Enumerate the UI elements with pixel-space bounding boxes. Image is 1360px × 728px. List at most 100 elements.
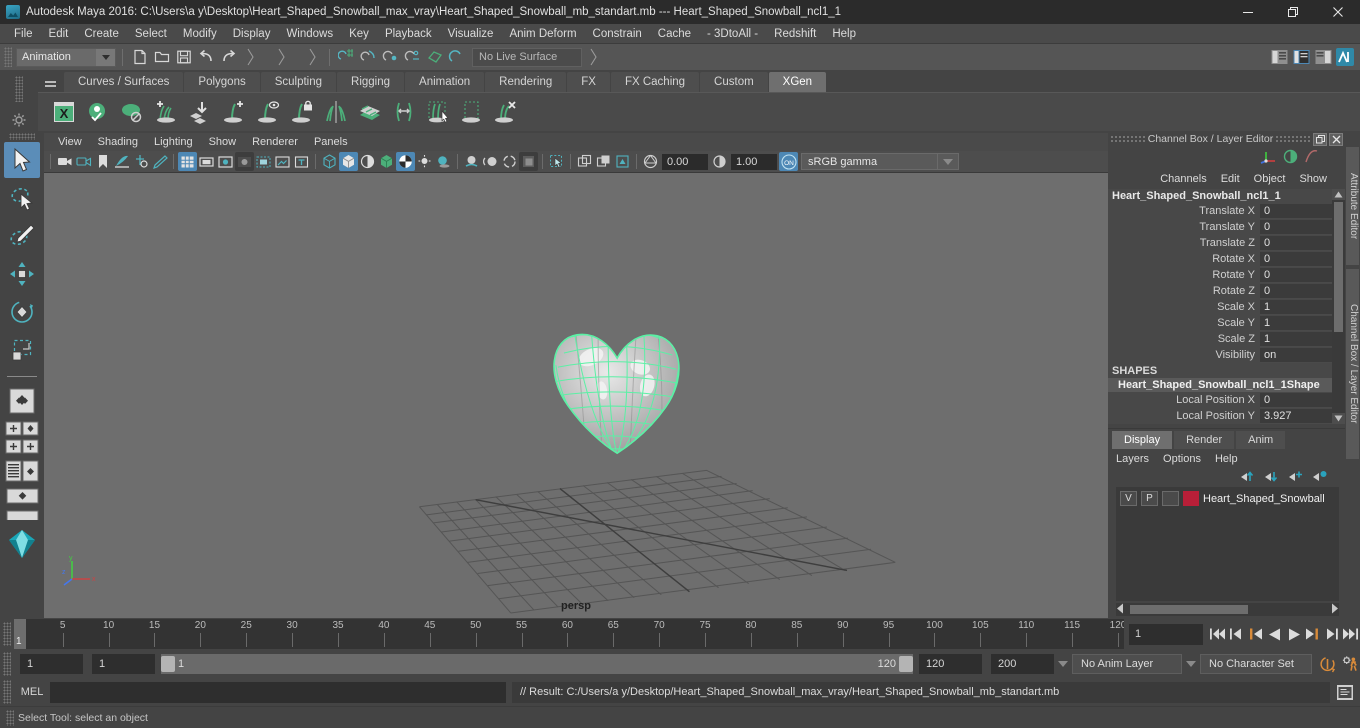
anim-layer-chevron-down-icon[interactable] — [1054, 654, 1072, 674]
xgen-select-guides-icon[interactable] — [422, 96, 454, 128]
depth-of-field-icon[interactable] — [519, 152, 538, 171]
create-new-layer-icon[interactable] — [1288, 470, 1303, 486]
menu-visualize[interactable]: Visualize — [440, 24, 502, 44]
menu-anim-deform[interactable]: Anim Deform — [501, 24, 584, 44]
menu-edit[interactable]: Edit — [41, 24, 77, 44]
two-dimensional-pan-zoom-icon[interactable] — [131, 152, 150, 171]
menu-constrain[interactable]: Constrain — [585, 24, 650, 44]
shelf-tab-sculpting[interactable]: Sculpting — [260, 72, 337, 92]
character-set-selector[interactable]: No Character Set — [1200, 654, 1312, 674]
shelf-tab-fx[interactable]: FX — [567, 72, 610, 92]
animation-start-field[interactable]: 1 — [20, 654, 83, 674]
xgen-region-tool-icon[interactable] — [456, 96, 488, 128]
make-live-icon[interactable] — [446, 46, 468, 68]
viewport-menu-show[interactable]: Show — [201, 136, 245, 148]
layout-persp-graph-button[interactable] — [22, 460, 39, 485]
shelf-tab-custom[interactable]: Custom — [700, 72, 768, 92]
scroll-down-arrow-icon[interactable] — [1332, 413, 1345, 424]
minimize-button[interactable] — [1225, 0, 1270, 24]
snap-to-projected-center-icon[interactable] — [402, 46, 424, 68]
viewport-menu-shading[interactable]: Shading — [90, 136, 146, 148]
undock-panel-button[interactable] — [1313, 132, 1327, 146]
go-to-end-icon[interactable] — [1341, 623, 1360, 645]
layout-extra-button[interactable] — [6, 510, 39, 524]
close-button[interactable] — [1315, 0, 1360, 24]
viewport-menu-panels[interactable]: Panels — [306, 136, 356, 148]
help-line-drag-handle[interactable] — [6, 709, 14, 726]
toolbox-drag-handle[interactable] — [9, 133, 35, 140]
xgen-clump-map-icon[interactable] — [354, 96, 386, 128]
scroll-up-arrow-icon[interactable] — [1332, 189, 1345, 200]
motion-blur-icon[interactable] — [481, 152, 500, 171]
shelf-tab-animation[interactable]: Animation — [405, 72, 485, 92]
layout-four-pane-button[interactable] — [22, 439, 39, 457]
menu-create[interactable]: Create — [76, 24, 127, 44]
viewport-menu-lighting[interactable]: Lighting — [146, 136, 201, 148]
tab-anim[interactable]: Anim — [1236, 431, 1286, 449]
save-scene-icon[interactable] — [173, 46, 195, 68]
close-panel-button[interactable] — [1329, 132, 1343, 146]
script-editor-icon[interactable] — [1334, 681, 1356, 703]
channel-box-menu-channels[interactable]: Channels — [1160, 173, 1206, 185]
menu-display[interactable]: Display — [225, 24, 279, 44]
snap-to-curve-icon[interactable] — [358, 46, 380, 68]
menu-windows[interactable]: Windows — [278, 24, 341, 44]
character-set-chevron-down-icon[interactable] — [1182, 654, 1200, 674]
camera-attributes-icon[interactable] — [74, 152, 93, 171]
smooth-shade-all-icon[interactable] — [339, 152, 358, 171]
exposure-icon[interactable] — [641, 152, 660, 171]
command-input-field[interactable] — [50, 681, 506, 703]
tab-display[interactable]: Display — [1112, 431, 1173, 449]
go-to-start-icon[interactable] — [1208, 623, 1227, 645]
xgen-editor-icon[interactable]: X — [48, 96, 80, 128]
layer-visibility-toggle[interactable]: V — [1120, 491, 1137, 506]
rotate-tool-button[interactable] — [4, 294, 40, 330]
toggle-grid-icon[interactable] — [178, 152, 197, 171]
step-back-key-icon[interactable] — [1246, 623, 1265, 645]
menu-select[interactable]: Select — [127, 24, 175, 44]
smooth-shade-selected-icon[interactable] — [358, 152, 377, 171]
toggle-film-gate-icon[interactable] — [197, 152, 216, 171]
step-back-frame-icon[interactable] — [1227, 623, 1246, 645]
shadows-icon[interactable] — [434, 152, 453, 171]
menu-help[interactable]: Help — [824, 24, 864, 44]
move-tool-button[interactable] — [4, 256, 40, 292]
scrollbar-thumb[interactable] — [1130, 605, 1248, 614]
color-space-chevron-down-icon[interactable] — [938, 153, 959, 170]
screen-space-ao-icon[interactable] — [462, 152, 481, 171]
snap-to-point-icon[interactable] — [380, 46, 402, 68]
move-layer-down-icon[interactable] — [1264, 470, 1279, 486]
xgen-show-guide-icon[interactable] — [252, 96, 284, 128]
manipulator-axis-icon[interactable] — [1260, 149, 1277, 167]
layer-row[interactable]: V P Heart_Shaped_Snowball — [1118, 489, 1337, 508]
shelf-tab-rigging[interactable]: Rigging — [337, 72, 405, 92]
isolate-select-icon[interactable] — [547, 152, 566, 171]
layout-two-pane-button[interactable] — [5, 421, 22, 439]
xgen-lock-guide-icon[interactable] — [286, 96, 318, 128]
viewport-menu-renderer[interactable]: Renderer — [244, 136, 306, 148]
image-plane-icon[interactable] — [112, 152, 131, 171]
maya-help-icon[interactable] — [1334, 45, 1356, 69]
use-default-lighting-icon[interactable] — [415, 152, 434, 171]
create-layer-from-selected-icon[interactable] — [1312, 470, 1327, 486]
snap-to-view-planes-icon[interactable] — [424, 46, 446, 68]
layout-two-pane-stacked-button[interactable] — [5, 439, 22, 457]
scroll-left-arrow-icon[interactable] — [1116, 603, 1126, 617]
menu-key[interactable]: Key — [341, 24, 377, 44]
channel-list[interactable]: Heart_Shaped_Snowball_ncl1_1 Translate X… — [1108, 189, 1345, 424]
channel-box-menu-edit[interactable]: Edit — [1221, 173, 1240, 185]
channel-box-drag-handle[interactable] — [1110, 135, 1146, 143]
xgen-import-collection-icon[interactable] — [184, 96, 216, 128]
layer-playback-toggle[interactable]: P — [1141, 491, 1158, 506]
toggle-title-safe-icon[interactable] — [292, 152, 311, 171]
show-hide-tool-settings-icon[interactable] — [1290, 45, 1312, 69]
scroll-right-arrow-icon[interactable] — [1329, 603, 1339, 617]
current-frame-field[interactable]: 1 — [1129, 623, 1203, 645]
textured-mode-icon[interactable] — [396, 152, 415, 171]
shelf-tab-fx-caching[interactable]: FX Caching — [610, 72, 700, 92]
play-forwards-icon[interactable] — [1284, 623, 1303, 645]
live-surface-field[interactable]: No Live Surface — [472, 47, 582, 67]
animation-preferences-icon[interactable] — [1341, 653, 1360, 675]
xgen-disable-preview-icon[interactable] — [116, 96, 148, 128]
layer-name-label[interactable]: Heart_Shaped_Snowball — [1203, 493, 1325, 505]
